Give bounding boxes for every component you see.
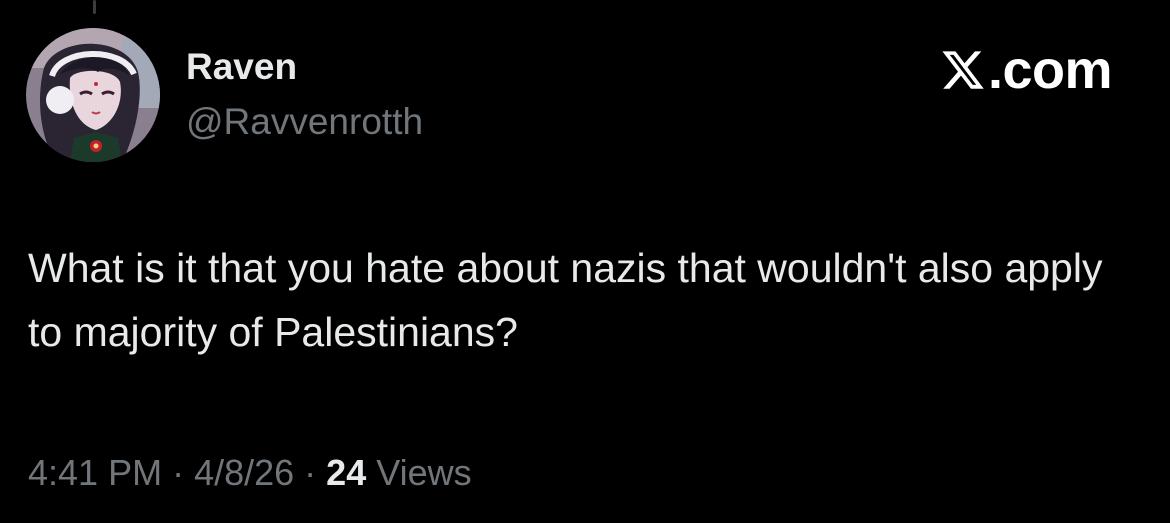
meta-separator: · (304, 452, 317, 493)
tweet-metadata: 4:41 PM · 4/8/26 · 24 Views (28, 448, 472, 498)
brand-domain-label: .com (987, 40, 1113, 100)
author-handle[interactable]: @Ravvenrotth (186, 99, 423, 145)
author-block: Raven @Ravvenrotth (186, 44, 423, 145)
avatar[interactable] (26, 28, 160, 162)
avatar-illustration (26, 28, 160, 162)
views-label: Views (376, 452, 472, 493)
x-logo-icon (942, 51, 984, 89)
tweet-time[interactable]: 4:41 PM (28, 452, 162, 493)
tweet-date[interactable]: 4/8/26 (194, 452, 294, 493)
thread-connector-line (93, 0, 96, 14)
x-com-brand: .com (940, 40, 1113, 100)
meta-separator: · (172, 452, 185, 493)
tweet-text: What is it that you hate about nazis tha… (28, 245, 1103, 355)
author-display-name[interactable]: Raven (186, 44, 423, 90)
views-count: 24 (326, 452, 367, 493)
